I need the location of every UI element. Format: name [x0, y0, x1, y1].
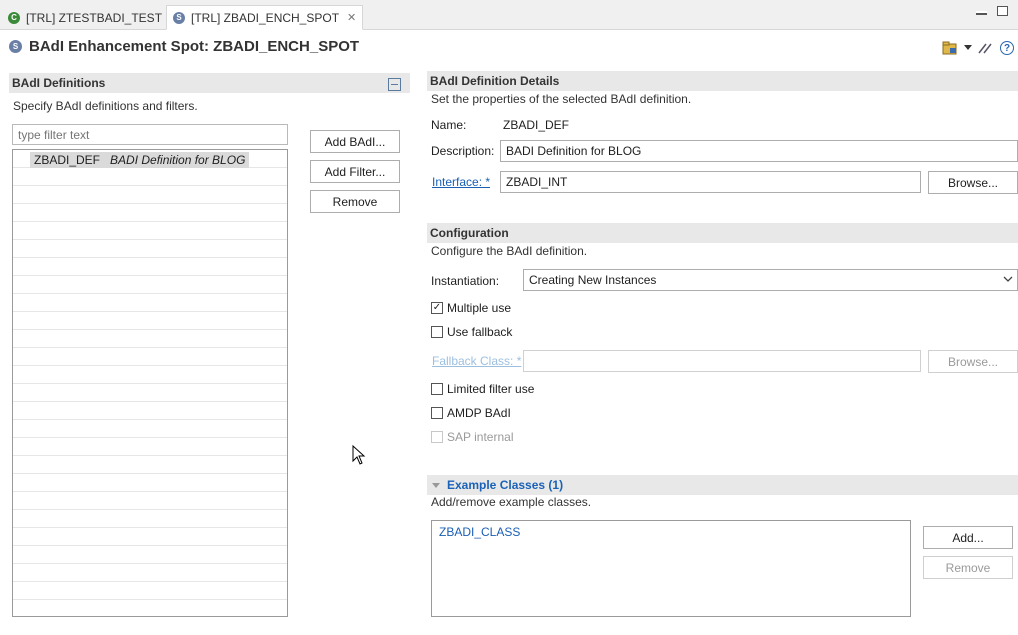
badi-definitions-tree[interactable]: ZBADI_DEF BADI Definition for BLOG	[12, 149, 288, 617]
section-description: Configure the BAdI definition.	[431, 244, 588, 258]
interface-field[interactable]: ZBADI_INT	[500, 171, 921, 193]
multiple-use-checkbox[interactable]: ✓ Multiple use	[431, 301, 511, 315]
instantiation-value: Creating New Instances	[529, 273, 657, 287]
checkbox-label: Multiple use	[447, 301, 512, 315]
enhancement-spot-icon: S	[9, 40, 22, 53]
chevron-down-icon[interactable]	[964, 45, 972, 51]
tab-label: [TRL] ZBADI_ENCH_SPOT	[191, 10, 340, 25]
example-classes-header[interactable]: Example Classes (1)	[427, 475, 1018, 495]
tree-item-description: BADI Definition for BLOG	[110, 153, 246, 167]
remove-example-button: Remove	[923, 556, 1013, 579]
class-icon: C	[8, 11, 20, 24]
editor-header: S BAdI Enhancement Spot: ZBADI_ENCH_SPOT	[9, 38, 359, 55]
list-item[interactable]: ZBADI_CLASS	[439, 525, 520, 539]
add-badi-button[interactable]: Add BAdI...	[310, 130, 400, 153]
checkbox-box	[431, 407, 443, 419]
section-description: Add/remove example classes.	[431, 495, 592, 509]
remove-button[interactable]: Remove	[310, 190, 400, 213]
add-example-button[interactable]: Add...	[923, 526, 1013, 549]
checkbox-label: Limited filter use	[447, 382, 535, 396]
fallback-class-link: Fallback Class: *	[432, 354, 522, 368]
checkbox-box	[431, 383, 443, 395]
checkbox-label: AMDP BAdI	[447, 406, 511, 420]
name-label: Name:	[431, 118, 467, 132]
example-classes-list[interactable]: ZBADI_CLASS	[431, 520, 911, 617]
interface-browse-button[interactable]: Browse...	[928, 171, 1018, 194]
instantiation-label: Instantiation:	[431, 274, 500, 288]
tab-label: [TRL] ZTESTBADI_TEST	[26, 10, 163, 25]
maximize-icon[interactable]	[997, 6, 1008, 16]
link-icon[interactable]	[978, 42, 994, 54]
minimize-icon[interactable]	[976, 11, 987, 15]
filter-input[interactable]	[12, 124, 288, 145]
use-fallback-checkbox[interactable]: Use fallback	[431, 325, 512, 339]
editor-tab-bar: C [TRL] ZTESTBADI_TEST S [TRL] ZBADI_ENC…	[0, 0, 1018, 30]
enhancement-spot-icon: S	[173, 11, 185, 24]
description-label: Description:	[431, 144, 495, 158]
expand-triangle-icon	[432, 482, 440, 488]
section-description: Set the properties of the selected BAdI …	[431, 92, 692, 106]
sap-internal-checkbox: SAP internal	[431, 430, 514, 444]
section-description: Specify BAdI definitions and filters.	[13, 99, 198, 113]
amdp-badi-checkbox[interactable]: AMDP BAdI	[431, 406, 511, 420]
tree-item[interactable]: ZBADI_DEF BADI Definition for BLOG	[30, 152, 250, 168]
tree-item-name: ZBADI_DEF	[34, 153, 101, 167]
tab-ztestbadi-test[interactable]: C [TRL] ZTESTBADI_TEST	[2, 5, 168, 30]
fallback-class-field	[523, 350, 921, 372]
interface-link[interactable]: Interface: *	[432, 175, 490, 189]
configuration-header: Configuration	[427, 223, 1018, 243]
editor-toolbar: ?	[942, 41, 1014, 55]
checkbox-label: Use fallback	[447, 325, 513, 339]
instantiation-select[interactable]: Creating New Instances	[523, 269, 1018, 291]
checkbox-box	[431, 431, 443, 443]
chevron-down-icon	[1003, 276, 1013, 282]
limited-filter-checkbox[interactable]: Limited filter use	[431, 382, 534, 396]
folder-icon[interactable]	[942, 41, 958, 55]
page-title: BAdI Enhancement Spot: ZBADI_ENCH_SPOT	[29, 38, 360, 55]
collapse-all-icon[interactable]	[388, 78, 401, 91]
checkmark-icon: ✓	[431, 302, 443, 314]
window-controls	[976, 6, 1008, 16]
name-value: ZBADI_DEF	[503, 118, 570, 132]
checkbox-box	[431, 326, 443, 338]
fallback-browse-button: Browse...	[928, 350, 1018, 373]
add-filter-button[interactable]: Add Filter...	[310, 160, 400, 183]
tab-zbadi-ench-spot[interactable]: S [TRL] ZBADI_ENCH_SPOT ✕	[166, 5, 364, 30]
definition-details-header: BAdI Definition Details	[427, 71, 1018, 91]
help-icon[interactable]: ?	[1000, 41, 1014, 55]
mouse-cursor-icon	[352, 445, 366, 465]
example-classes-title: Example Classes (1)	[447, 478, 564, 492]
badi-definitions-header: BAdI Definitions	[9, 73, 410, 93]
close-icon[interactable]: ✕	[347, 11, 356, 24]
description-field[interactable]: BADI Definition for BLOG	[500, 140, 1018, 162]
checkbox-label: SAP internal	[447, 430, 514, 444]
